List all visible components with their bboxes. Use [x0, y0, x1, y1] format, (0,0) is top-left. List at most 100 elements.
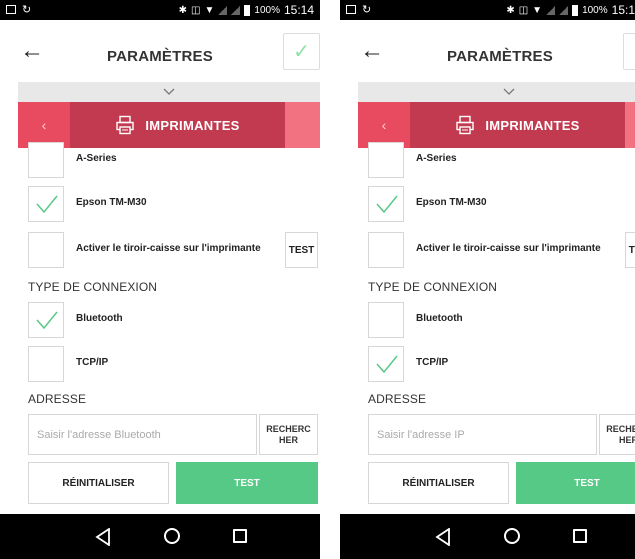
app-header: ← PARAMÈTRES ✓ [0, 20, 320, 82]
connection-heading: TYPE DE CONNEXION [368, 280, 498, 294]
connection-option-bluetooth[interactable]: Bluetooth [368, 302, 635, 338]
checkbox[interactable] [28, 232, 64, 268]
nav-recent-icon[interactable] [233, 529, 247, 543]
printer-icon [116, 115, 135, 135]
bluetooth-icon: ✱ [178, 4, 188, 16]
reset-button[interactable]: RÉINITIALISER [28, 462, 169, 504]
checkmark-icon [36, 195, 58, 214]
connection-label: Bluetooth [416, 313, 463, 324]
section-title: IMPRIMANTES [145, 117, 240, 133]
nav-back-icon[interactable] [95, 528, 111, 546]
checkmark-icon [376, 195, 398, 214]
connection-label: TCP/IP [76, 357, 109, 368]
checkbox[interactable] [368, 232, 404, 268]
status-bar: ↻ ✱ ◫ ▼ 100% 15:14 [0, 0, 320, 20]
nav-home-icon[interactable] [164, 528, 180, 544]
sync-icon: ↻ [22, 4, 32, 16]
confirm-button[interactable]: ✓ [283, 33, 320, 70]
connection-option-bluetooth[interactable]: Bluetooth [28, 302, 318, 338]
battery-percent: 100% [582, 4, 608, 16]
reset-button[interactable]: RÉINITIALISER [368, 462, 509, 504]
status-bar: ↻ ✱ ◫ ▼ 100% 15:1 [340, 0, 635, 20]
drawer-label: Activer le tiroir-caisse sur l'imprimant… [416, 243, 601, 254]
printer-label: Epson TM-M30 [76, 197, 147, 208]
chevron-down-icon [503, 88, 515, 95]
chevron-down-icon [163, 88, 175, 95]
status-time: 15:14 [283, 3, 314, 17]
battery-percent: 100% [254, 4, 280, 16]
chevron-left-icon: ‹ [381, 117, 387, 133]
printer-label: Epson TM-M30 [416, 197, 487, 208]
nav-back-icon[interactable] [435, 528, 451, 546]
checkmark-icon: ✓ [293, 41, 310, 63]
status-time: 15:1 [611, 3, 635, 17]
signal-icon [218, 5, 228, 15]
checkmark-icon [36, 311, 58, 330]
checkbox[interactable] [368, 186, 404, 222]
drawer-test-button[interactable]: TEST [625, 232, 635, 268]
connection-label: TCP/IP [416, 357, 449, 368]
checkbox[interactable] [368, 142, 404, 178]
test-button[interactable]: TEST [516, 462, 635, 504]
address-heading: ADRESSE [28, 392, 87, 406]
printer-icon [456, 115, 475, 135]
signal-icon [546, 5, 556, 15]
checkbox[interactable] [28, 186, 64, 222]
app-header: ← PARAMÈTRES ✓ [340, 20, 635, 82]
phone-screen-left: ↻ ✱ ◫ ▼ 100% 15:14 ← PARAMÈTRES ✓ ‹ IMPR… [0, 0, 320, 559]
drawer-test-button[interactable]: TEST [285, 232, 318, 268]
nav-home-icon[interactable] [504, 528, 520, 544]
address-heading: ADRESSE [368, 392, 427, 406]
notification-icon [346, 5, 356, 14]
drawer-option[interactable]: Activer le tiroir-caisse sur l'imprimant… [368, 232, 635, 268]
collapse-toggle[interactable] [18, 82, 320, 102]
notification-icon [6, 5, 16, 14]
search-label-line2: HER [618, 434, 635, 445]
search-label-line2: HER [278, 434, 298, 445]
checkbox[interactable] [368, 346, 404, 382]
chevron-left-icon: ‹ [41, 117, 47, 133]
printer-option[interactable]: Epson TM-M30 [368, 186, 635, 222]
search-label-line1: RECHERC [266, 423, 311, 434]
connection-option-tcp[interactable]: TCP/IP [368, 346, 635, 382]
signal-icon [231, 5, 241, 15]
test-button[interactable]: TEST [176, 462, 318, 504]
drawer-label: Activer le tiroir-caisse sur l'imprimant… [76, 243, 261, 254]
printer-option[interactable]: Epson TM-M30 [28, 186, 318, 222]
confirm-button[interactable]: ✓ [623, 33, 635, 70]
system-nav-bar [0, 514, 320, 559]
search-button[interactable]: RECHERC HER [599, 414, 635, 455]
wifi-icon: ▼ [204, 4, 215, 16]
checkbox[interactable] [368, 302, 404, 338]
printer-option[interactable]: A-Series [368, 142, 635, 178]
system-nav-bar [340, 514, 635, 559]
battery-icon [572, 4, 579, 16]
vibrate-icon: ◫ [518, 4, 529, 16]
address-input[interactable]: Saisir l'adresse IP [368, 414, 597, 455]
drawer-option[interactable]: Activer le tiroir-caisse sur l'imprimant… [28, 232, 318, 268]
wifi-icon: ▼ [532, 4, 543, 16]
checkbox[interactable] [28, 302, 64, 338]
battery-icon [244, 4, 251, 16]
connection-label: Bluetooth [76, 313, 123, 324]
address-input[interactable]: Saisir l'adresse Bluetooth [28, 414, 257, 455]
nav-recent-icon[interactable] [573, 529, 587, 543]
search-label-line1: RECHERC [606, 423, 635, 434]
collapse-toggle[interactable] [358, 82, 635, 102]
address-placeholder: Saisir l'adresse Bluetooth [37, 428, 161, 441]
printer-settings: A-Series Epson TM-M30 Activer le tiroir-… [358, 142, 635, 512]
printer-option[interactable]: A-Series [28, 142, 318, 178]
checkmark-icon [376, 355, 398, 374]
address-placeholder: Saisir l'adresse IP [377, 428, 465, 441]
checkbox[interactable] [28, 142, 64, 178]
printer-settings: A-Series Epson TM-M30 Activer le tiroir-… [18, 142, 320, 512]
search-button[interactable]: RECHERC HER [259, 414, 318, 455]
checkbox[interactable] [28, 346, 64, 382]
phone-screen-right: ↻ ✱ ◫ ▼ 100% 15:1 ← PARAMÈTRES ✓ ‹ [340, 0, 635, 559]
connection-option-tcp[interactable]: TCP/IP [28, 346, 318, 382]
page-title: PARAMÈTRES [447, 48, 553, 65]
vibrate-icon: ◫ [191, 4, 201, 16]
bluetooth-icon: ✱ [506, 4, 515, 16]
printer-label: A-Series [416, 153, 457, 164]
connection-heading: TYPE DE CONNEXION [28, 280, 158, 294]
